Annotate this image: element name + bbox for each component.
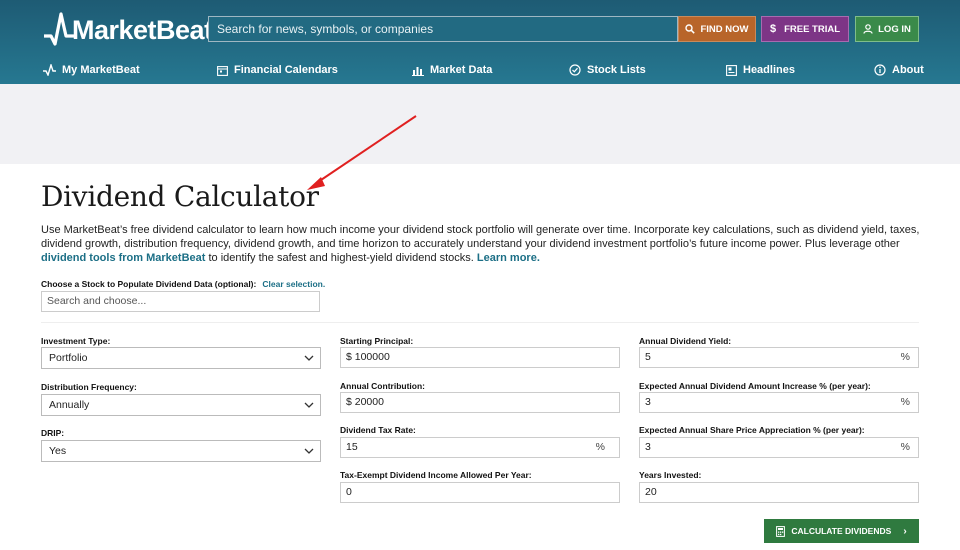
- years-invested-label: Years Invested:: [639, 470, 702, 480]
- annual-contribution-value: $ 20000: [346, 396, 384, 408]
- page-description: Use MarketBeat’s free dividend calculato…: [41, 223, 921, 265]
- clear-selection-link[interactable]: Clear selection.: [262, 279, 325, 289]
- starting-principal-value: $ 100000: [346, 351, 390, 363]
- nav-headlines[interactable]: Headlines: [726, 62, 795, 78]
- dividend-increase-value: 3: [645, 396, 651, 408]
- annual-dividend-yield-label: Annual Dividend Yield:: [639, 336, 732, 346]
- calculator-icon: [776, 525, 786, 537]
- find-now-button[interactable]: FIND NOW: [678, 16, 756, 42]
- pulse-icon: [43, 64, 56, 76]
- price-appreciation-input[interactable]: 3%: [639, 437, 919, 458]
- nav-label: Financial Calendars: [234, 64, 338, 76]
- dollar-icon: $: [769, 23, 777, 35]
- nav-label: Stock Lists: [587, 64, 646, 76]
- nav-stock-lists[interactable]: Stock Lists: [569, 62, 646, 78]
- dividend-tax-rate-label: Dividend Tax Rate:: [340, 425, 416, 435]
- description-text-2: to identify the safest and highest-yield…: [205, 252, 477, 264]
- nav-about[interactable]: About: [874, 62, 924, 78]
- tax-exempt-label: Tax-Exempt Dividend Income Allowed Per Y…: [340, 470, 532, 480]
- nav-label: About: [892, 64, 924, 76]
- log-in-button[interactable]: LOG IN: [855, 16, 919, 42]
- investment-type-label: Investment Type:: [41, 336, 111, 346]
- free-trial-label: FREE TRIAL: [784, 23, 841, 35]
- nav-label: Market Data: [430, 64, 493, 76]
- drip-value: Yes: [49, 445, 67, 457]
- section-divider: [41, 322, 919, 323]
- chevron-down-icon: [304, 402, 314, 408]
- annual-contribution-input[interactable]: $ 20000: [340, 392, 620, 413]
- investment-type-value: Portfolio: [49, 352, 88, 364]
- calculate-dividends-label: CALCULATE DIVIDENDS: [791, 526, 892, 536]
- distribution-frequency-select[interactable]: Annually: [41, 394, 321, 416]
- price-appreciation-label: Expected Annual Share Price Appreciation…: [639, 425, 865, 435]
- info-icon: [874, 64, 886, 76]
- logo-text: MarketBeat: [72, 14, 213, 45]
- search-icon: [685, 24, 696, 34]
- pulse-logo-icon: [44, 12, 74, 46]
- drip-label: DRIP:: [41, 428, 65, 438]
- percent-suffix: %: [595, 441, 605, 453]
- annual-contribution-label: Annual Contribution:: [340, 381, 425, 391]
- price-appreciation-value: 3: [645, 441, 651, 453]
- description-text: Use MarketBeat’s free dividend calculato…: [41, 224, 920, 250]
- marketbeat-logo[interactable]: MarketBeat: [44, 10, 213, 50]
- nav-my-marketbeat[interactable]: My MarketBeat: [43, 62, 140, 78]
- years-invested-value: 20: [645, 486, 657, 498]
- starting-principal-label: Starting Principal:: [340, 336, 414, 346]
- tax-exempt-value: 0: [346, 486, 352, 498]
- dividend-tools-link[interactable]: dividend tools from MarketBeat: [41, 252, 205, 264]
- tax-exempt-input[interactable]: 0: [340, 482, 620, 503]
- nav-market-data[interactable]: Market Data: [412, 62, 492, 78]
- dividend-increase-label: Expected Annual Dividend Amount Increase…: [639, 381, 871, 391]
- investment-type-select[interactable]: Portfolio: [41, 347, 321, 369]
- percent-suffix: %: [900, 396, 910, 408]
- log-in-label: LOG IN: [878, 23, 911, 35]
- percent-suffix: %: [900, 351, 910, 363]
- dividend-increase-input[interactable]: 3%: [639, 392, 919, 413]
- learn-more-link[interactable]: Learn more.: [477, 252, 540, 264]
- chevron-down-icon: [304, 355, 314, 361]
- check-circle-icon: [569, 64, 581, 76]
- free-trial-button[interactable]: $ FREE TRIAL: [761, 16, 849, 42]
- bar-chart-icon: [412, 66, 424, 76]
- site-header: MarketBeat Search for news, symbols, or …: [0, 0, 960, 84]
- distribution-frequency-label: Distribution Frequency:: [41, 382, 137, 392]
- stock-chooser-label: Choose a Stock to Populate Dividend Data…: [41, 279, 325, 289]
- calendar-icon: [217, 65, 228, 76]
- main-nav: My MarketBeat Financial Calendars Market…: [0, 62, 960, 78]
- percent-suffix: %: [900, 441, 910, 453]
- years-invested-input[interactable]: 20: [639, 482, 919, 503]
- distribution-frequency-value: Annually: [49, 399, 90, 411]
- search-input[interactable]: Search for news, symbols, or companies: [208, 16, 678, 42]
- user-icon: [863, 24, 873, 34]
- starting-principal-input[interactable]: $ 100000: [340, 347, 620, 368]
- nav-label: My MarketBeat: [62, 64, 140, 76]
- nav-label: Headlines: [743, 64, 795, 76]
- chevron-down-icon: [304, 448, 314, 454]
- stock-search-input[interactable]: Search and choose...: [41, 291, 320, 312]
- page-title: Dividend Calculator: [41, 180, 319, 213]
- dividend-tax-rate-value: 15: [346, 441, 358, 453]
- calculate-dividends-button[interactable]: CALCULATE DIVIDENDS ›: [764, 519, 919, 543]
- newspaper-icon: [726, 64, 737, 76]
- find-now-label: FIND NOW: [700, 23, 749, 35]
- annual-dividend-yield-input[interactable]: 5%: [639, 347, 919, 368]
- nav-financial-calendars[interactable]: Financial Calendars: [217, 62, 338, 78]
- chevron-right-icon: ›: [903, 525, 907, 537]
- stock-chooser-label-text: Choose a Stock to Populate Dividend Data…: [41, 279, 257, 289]
- drip-select[interactable]: Yes: [41, 440, 321, 462]
- ad-banner-area: [0, 84, 960, 164]
- annual-dividend-yield-value: 5: [645, 351, 651, 363]
- dividend-tax-rate-input[interactable]: 15%: [340, 437, 620, 458]
